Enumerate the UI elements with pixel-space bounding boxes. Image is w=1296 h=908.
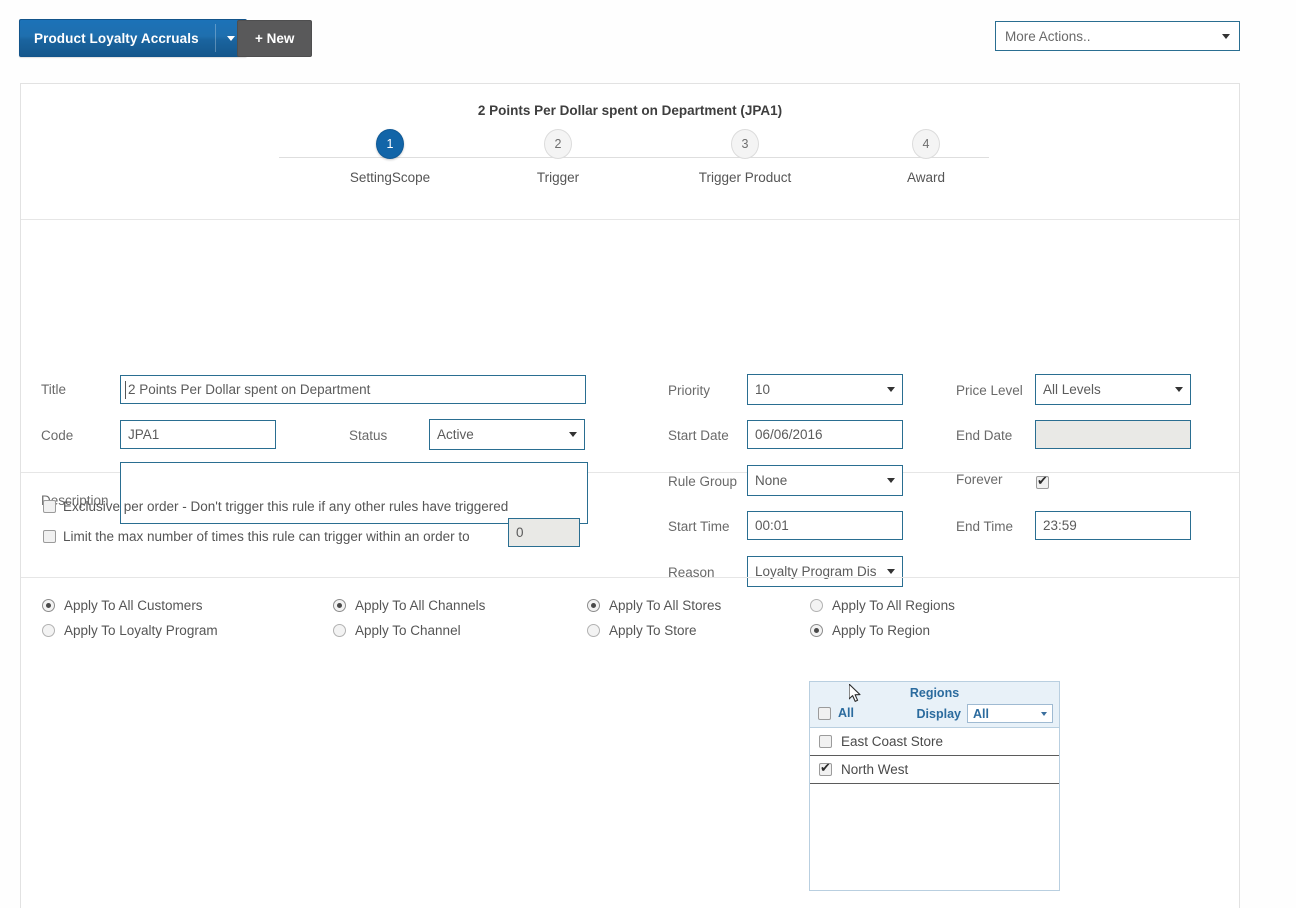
radio-apply-to-all-regions[interactable]: Apply To All Regions xyxy=(810,598,955,613)
more-actions-label: More Actions.. xyxy=(1005,28,1091,44)
radio-apply-to-channel[interactable]: Apply To Channel xyxy=(333,623,461,638)
wizard-step-trigger-product[interactable]: 3 Trigger Product xyxy=(665,129,825,185)
radio-label: Apply To Channel xyxy=(355,623,461,638)
radio-indicator xyxy=(42,624,55,637)
step-number: 4 xyxy=(912,129,940,159)
table-row[interactable]: East Coast Store xyxy=(810,728,1059,756)
chevron-down-icon xyxy=(569,432,577,437)
radio-apply-to-store[interactable]: Apply To Store xyxy=(587,623,697,638)
regions-display-label: Display xyxy=(916,706,961,721)
limit-trigger-option[interactable]: Limit the max number of times this rule … xyxy=(43,529,470,544)
step-label: Trigger Product xyxy=(698,170,792,185)
regions-display-value: All xyxy=(973,706,989,721)
step-label: Trigger xyxy=(536,170,580,185)
wizard-steps: 1 SettingScope 2 Trigger 3 Trigger Produ… xyxy=(259,129,1009,209)
radio-apply-to-all-customers[interactable]: Apply To All Customers xyxy=(42,598,203,613)
page-title: 2 Points Per Dollar spent on Department … xyxy=(477,103,783,118)
title-input[interactable]: 2 Points Per Dollar spent on Department xyxy=(120,375,586,404)
more-actions-select[interactable]: More Actions.. xyxy=(995,21,1240,51)
chevron-down-icon xyxy=(1175,387,1183,392)
radio-label: Apply To All Regions xyxy=(832,598,955,613)
regions-picker-panel: Regions All Display All East Coast Store… xyxy=(809,681,1060,891)
regions-select-all-checkbox[interactable] xyxy=(818,706,831,720)
radio-apply-to-loyalty-program[interactable]: Apply To Loyalty Program xyxy=(42,623,218,638)
step-label: SettingScope xyxy=(349,170,431,185)
regions-display-select[interactable]: All xyxy=(967,704,1053,723)
end-date-input[interactable] xyxy=(1035,420,1191,449)
order-options: Exclusive per order - Don't trigger this… xyxy=(21,473,1239,578)
status-select[interactable]: Active xyxy=(429,419,585,450)
top-toolbar: Product Loyalty Accruals + New More Acti… xyxy=(0,0,1296,78)
start-date-input[interactable]: 06/06/2016 xyxy=(747,420,903,449)
chevron-down-icon xyxy=(887,387,895,392)
radio-apply-to-all-stores[interactable]: Apply To All Stores xyxy=(587,598,721,613)
exclusive-per-order-checkbox[interactable] xyxy=(43,500,56,513)
exclusive-per-order-label: Exclusive per order - Don't trigger this… xyxy=(63,499,509,514)
step-label: Award xyxy=(906,170,946,185)
radio-apply-to-all-channels[interactable]: Apply To All Channels xyxy=(333,598,485,613)
region-label: East Coast Store xyxy=(841,734,944,749)
region-label: North West xyxy=(841,762,909,777)
radio-label: Apply To Store xyxy=(609,623,697,638)
priority-label: Priority xyxy=(668,383,711,398)
limit-trigger-label: Limit the max number of times this rule … xyxy=(63,529,470,544)
start-date-label: Start Date xyxy=(668,428,729,443)
radio-indicator xyxy=(587,599,600,612)
status-value: Active xyxy=(437,427,474,442)
wizard-step-settingscope[interactable]: 1 SettingScope xyxy=(310,129,470,185)
step-number: 1 xyxy=(376,129,404,159)
limit-trigger-input[interactable]: 0 xyxy=(508,518,580,547)
code-input[interactable]: JPA1 xyxy=(120,420,276,449)
radio-indicator xyxy=(42,599,55,612)
price-level-select[interactable]: All Levels xyxy=(1035,374,1191,405)
priority-value: 10 xyxy=(755,382,771,397)
regions-select-all-label: All xyxy=(838,706,854,720)
end-date-label: End Date xyxy=(956,428,1013,443)
radio-apply-to-region[interactable]: Apply To Region xyxy=(810,623,930,638)
radio-label: Apply To Loyalty Program xyxy=(64,623,218,638)
regions-panel-title: Regions xyxy=(909,686,960,700)
radio-label: Apply To All Channels xyxy=(355,598,486,613)
step-number: 2 xyxy=(544,129,572,159)
rule-form: Title 2 Points Per Dollar spent on Depar… xyxy=(21,220,1239,587)
exclusive-per-order-option[interactable]: Exclusive per order - Don't trigger this… xyxy=(43,499,508,514)
wizard-header: 2 Points Per Dollar spent on Department … xyxy=(21,84,1239,220)
radio-indicator xyxy=(333,624,346,637)
status-label: Status xyxy=(349,428,388,443)
region-checkbox[interactable] xyxy=(819,735,832,748)
radio-indicator xyxy=(333,599,346,612)
limit-trigger-checkbox[interactable] xyxy=(43,530,56,543)
radio-indicator xyxy=(587,624,600,637)
step-number: 3 xyxy=(731,129,759,159)
table-row[interactable]: North West xyxy=(810,756,1059,784)
radio-indicator xyxy=(810,599,823,612)
price-level-value: All Levels xyxy=(1043,382,1101,397)
regions-panel-header: Regions All Display All xyxy=(810,682,1059,728)
priority-select[interactable]: 10 xyxy=(747,374,903,405)
chevron-down-icon xyxy=(1222,33,1230,39)
radio-label: Apply To All Customers xyxy=(64,598,203,613)
wizard-step-trigger[interactable]: 2 Trigger xyxy=(478,129,638,185)
code-label: Code xyxy=(41,428,74,443)
entity-selector-button[interactable]: Product Loyalty Accruals xyxy=(19,19,247,57)
new-button[interactable]: + New xyxy=(237,20,313,57)
radio-indicator xyxy=(810,624,823,637)
radio-label: Apply To All Stores xyxy=(609,598,722,613)
radio-label: Apply To Region xyxy=(832,623,931,638)
chevron-down-icon xyxy=(1041,711,1047,716)
entity-selector-label: Product Loyalty Accruals xyxy=(34,30,199,46)
title-label: Title xyxy=(41,382,67,397)
application-page: Product Loyalty Accruals + New More Acti… xyxy=(0,0,1296,908)
chevron-down-icon xyxy=(226,35,235,41)
regions-display-filter[interactable]: Display All xyxy=(917,704,1053,723)
regions-select-all[interactable]: All xyxy=(818,706,854,720)
wizard-step-award[interactable]: 4 Award xyxy=(846,129,1006,185)
price-level-label: Price Level xyxy=(956,383,1023,398)
region-checkbox[interactable] xyxy=(819,760,832,776)
